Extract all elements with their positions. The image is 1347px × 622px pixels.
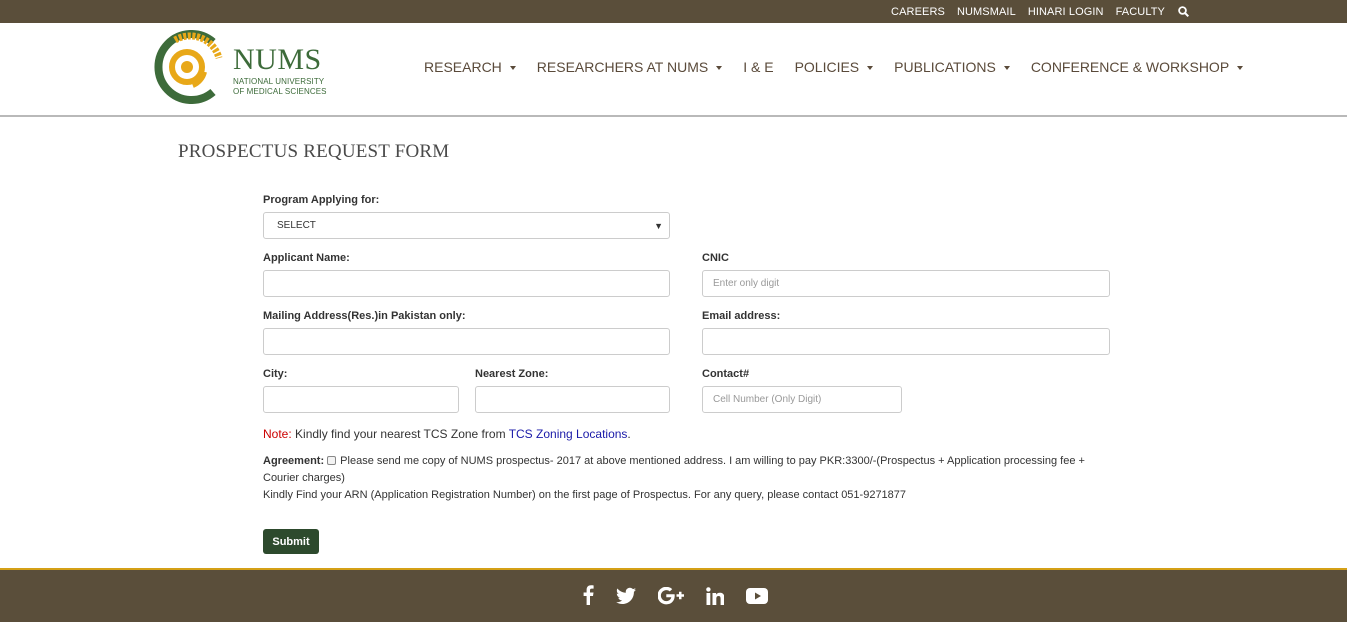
linkedin-icon[interactable] <box>706 585 725 607</box>
agreement-line1: Agreement: Please send me copy of NUMS p… <box>263 453 1113 487</box>
caret-down-icon <box>867 65 874 70</box>
logo-emblem-icon <box>154 30 223 104</box>
main-nav: RESEARCH RESEARCHERS AT NUMS I & E POLIC… <box>424 59 1264 75</box>
nav-label: POLICIES <box>794 59 860 75</box>
nav-i-and-e[interactable]: I & E <box>743 59 773 75</box>
logo-subtitle-line1: NATIONAL UNIVERSITY <box>233 77 325 86</box>
top-bar: CAREERS NUMSMAIL HINARI LOGIN FACULTY <box>0 0 1347 23</box>
tcs-note: Note: Kindly find your nearest TCS Zone … <box>263 427 631 441</box>
numsmail-link[interactable]: NUMSMAIL <box>957 6 1016 18</box>
logo-brand-text: NUMS <box>233 43 322 76</box>
caret-down-icon <box>1237 65 1244 70</box>
site-header: NUMS NATIONAL UNIVERSITY OF MEDICAL SCIE… <box>0 23 1347 117</box>
nav-publications[interactable]: PUBLICATIONS <box>894 59 1010 75</box>
cnic-label: CNIC <box>702 252 729 264</box>
page-title: PROSPECTUS REQUEST FORM <box>178 141 450 162</box>
agreement-arn-text: Kindly Find your ARN (Application Regist… <box>263 489 907 501</box>
nav-label: RESEARCHERS AT NUMS <box>536 59 709 75</box>
caret-down-icon <box>1003 65 1010 70</box>
facebook-icon[interactable] <box>582 585 594 607</box>
youtube-icon[interactable] <box>746 585 768 607</box>
hinari-login-link[interactable]: HINARI LOGIN <box>1028 6 1104 18</box>
mailing-address-input[interactable] <box>263 328 670 355</box>
faculty-link[interactable]: FACULTY <box>1116 6 1165 18</box>
twitter-icon[interactable] <box>616 585 636 607</box>
tcs-zoning-link[interactable]: TCS Zoning Locations <box>509 427 628 441</box>
note-text: Kindly find your nearest TCS Zone from <box>291 427 509 441</box>
google-plus-icon[interactable] <box>657 585 684 607</box>
agreement-label: Agreement: <box>263 455 325 467</box>
program-select[interactable]: SELECT ▼ <box>263 212 670 239</box>
cnic-input[interactable] <box>702 270 1110 297</box>
nums-logo[interactable]: NUMS NATIONAL UNIVERSITY OF MEDICAL SCIE… <box>153 30 333 104</box>
site-footer <box>0 568 1347 622</box>
applicant-name-input[interactable] <box>263 270 670 297</box>
email-input[interactable] <box>702 328 1110 355</box>
careers-link[interactable]: CAREERS <box>891 6 945 18</box>
nav-policies[interactable]: POLICIES <box>795 59 874 75</box>
contact-input[interactable] <box>702 386 902 413</box>
nav-research[interactable]: RESEARCH <box>424 59 516 75</box>
nav-label: PUBLICATIONS <box>894 59 996 75</box>
social-links <box>582 585 790 607</box>
mailing-address-label: Mailing Address(Res.)in Pakistan only: <box>263 310 466 322</box>
nearest-zone-input[interactable] <box>475 386 670 413</box>
caret-down-icon <box>716 65 723 70</box>
submit-button[interactable]: Submit <box>263 529 319 554</box>
agreement-checkbox[interactable] <box>327 456 337 465</box>
nav-label: I & E <box>743 59 774 75</box>
nav-label: CONFERENCE & WORKSHOP <box>1030 59 1230 75</box>
agreement-text: Please send me copy of NUMS prospectus- … <box>263 455 1085 484</box>
agreement-block: Agreement: Please send me copy of NUMS p… <box>263 453 1113 504</box>
email-label: Email address: <box>702 310 781 322</box>
nav-researchers[interactable]: RESEARCHERS AT NUMS <box>536 59 723 75</box>
nav-conference-workshop[interactable]: CONFERENCE & WORKSHOP <box>1030 59 1244 75</box>
city-input[interactable] <box>263 386 459 413</box>
program-selected-value: SELECT <box>277 220 316 231</box>
caret-down-icon <box>509 65 516 70</box>
nav-label: RESEARCH <box>424 59 502 75</box>
note-prefix: Note: <box>263 427 292 441</box>
note-suffix: . <box>627 427 631 441</box>
contact-label: Contact# <box>702 368 750 380</box>
search-icon[interactable] <box>1178 6 1189 17</box>
applicant-name-label: Applicant Name: <box>263 252 350 264</box>
city-label: City: <box>263 368 288 380</box>
logo-subtitle: NATIONAL UNIVERSITY OF MEDICAL SCIENCES <box>233 77 327 96</box>
program-label: Program Applying for: <box>263 194 380 206</box>
top-links: CAREERS NUMSMAIL HINARI LOGIN FACULTY <box>879 0 1189 23</box>
logo-subtitle-line2: OF MEDICAL SCIENCES <box>233 86 327 96</box>
dropdown-arrow-icon: ▼ <box>654 221 663 231</box>
nearest-zone-label: Nearest Zone: <box>475 368 549 380</box>
